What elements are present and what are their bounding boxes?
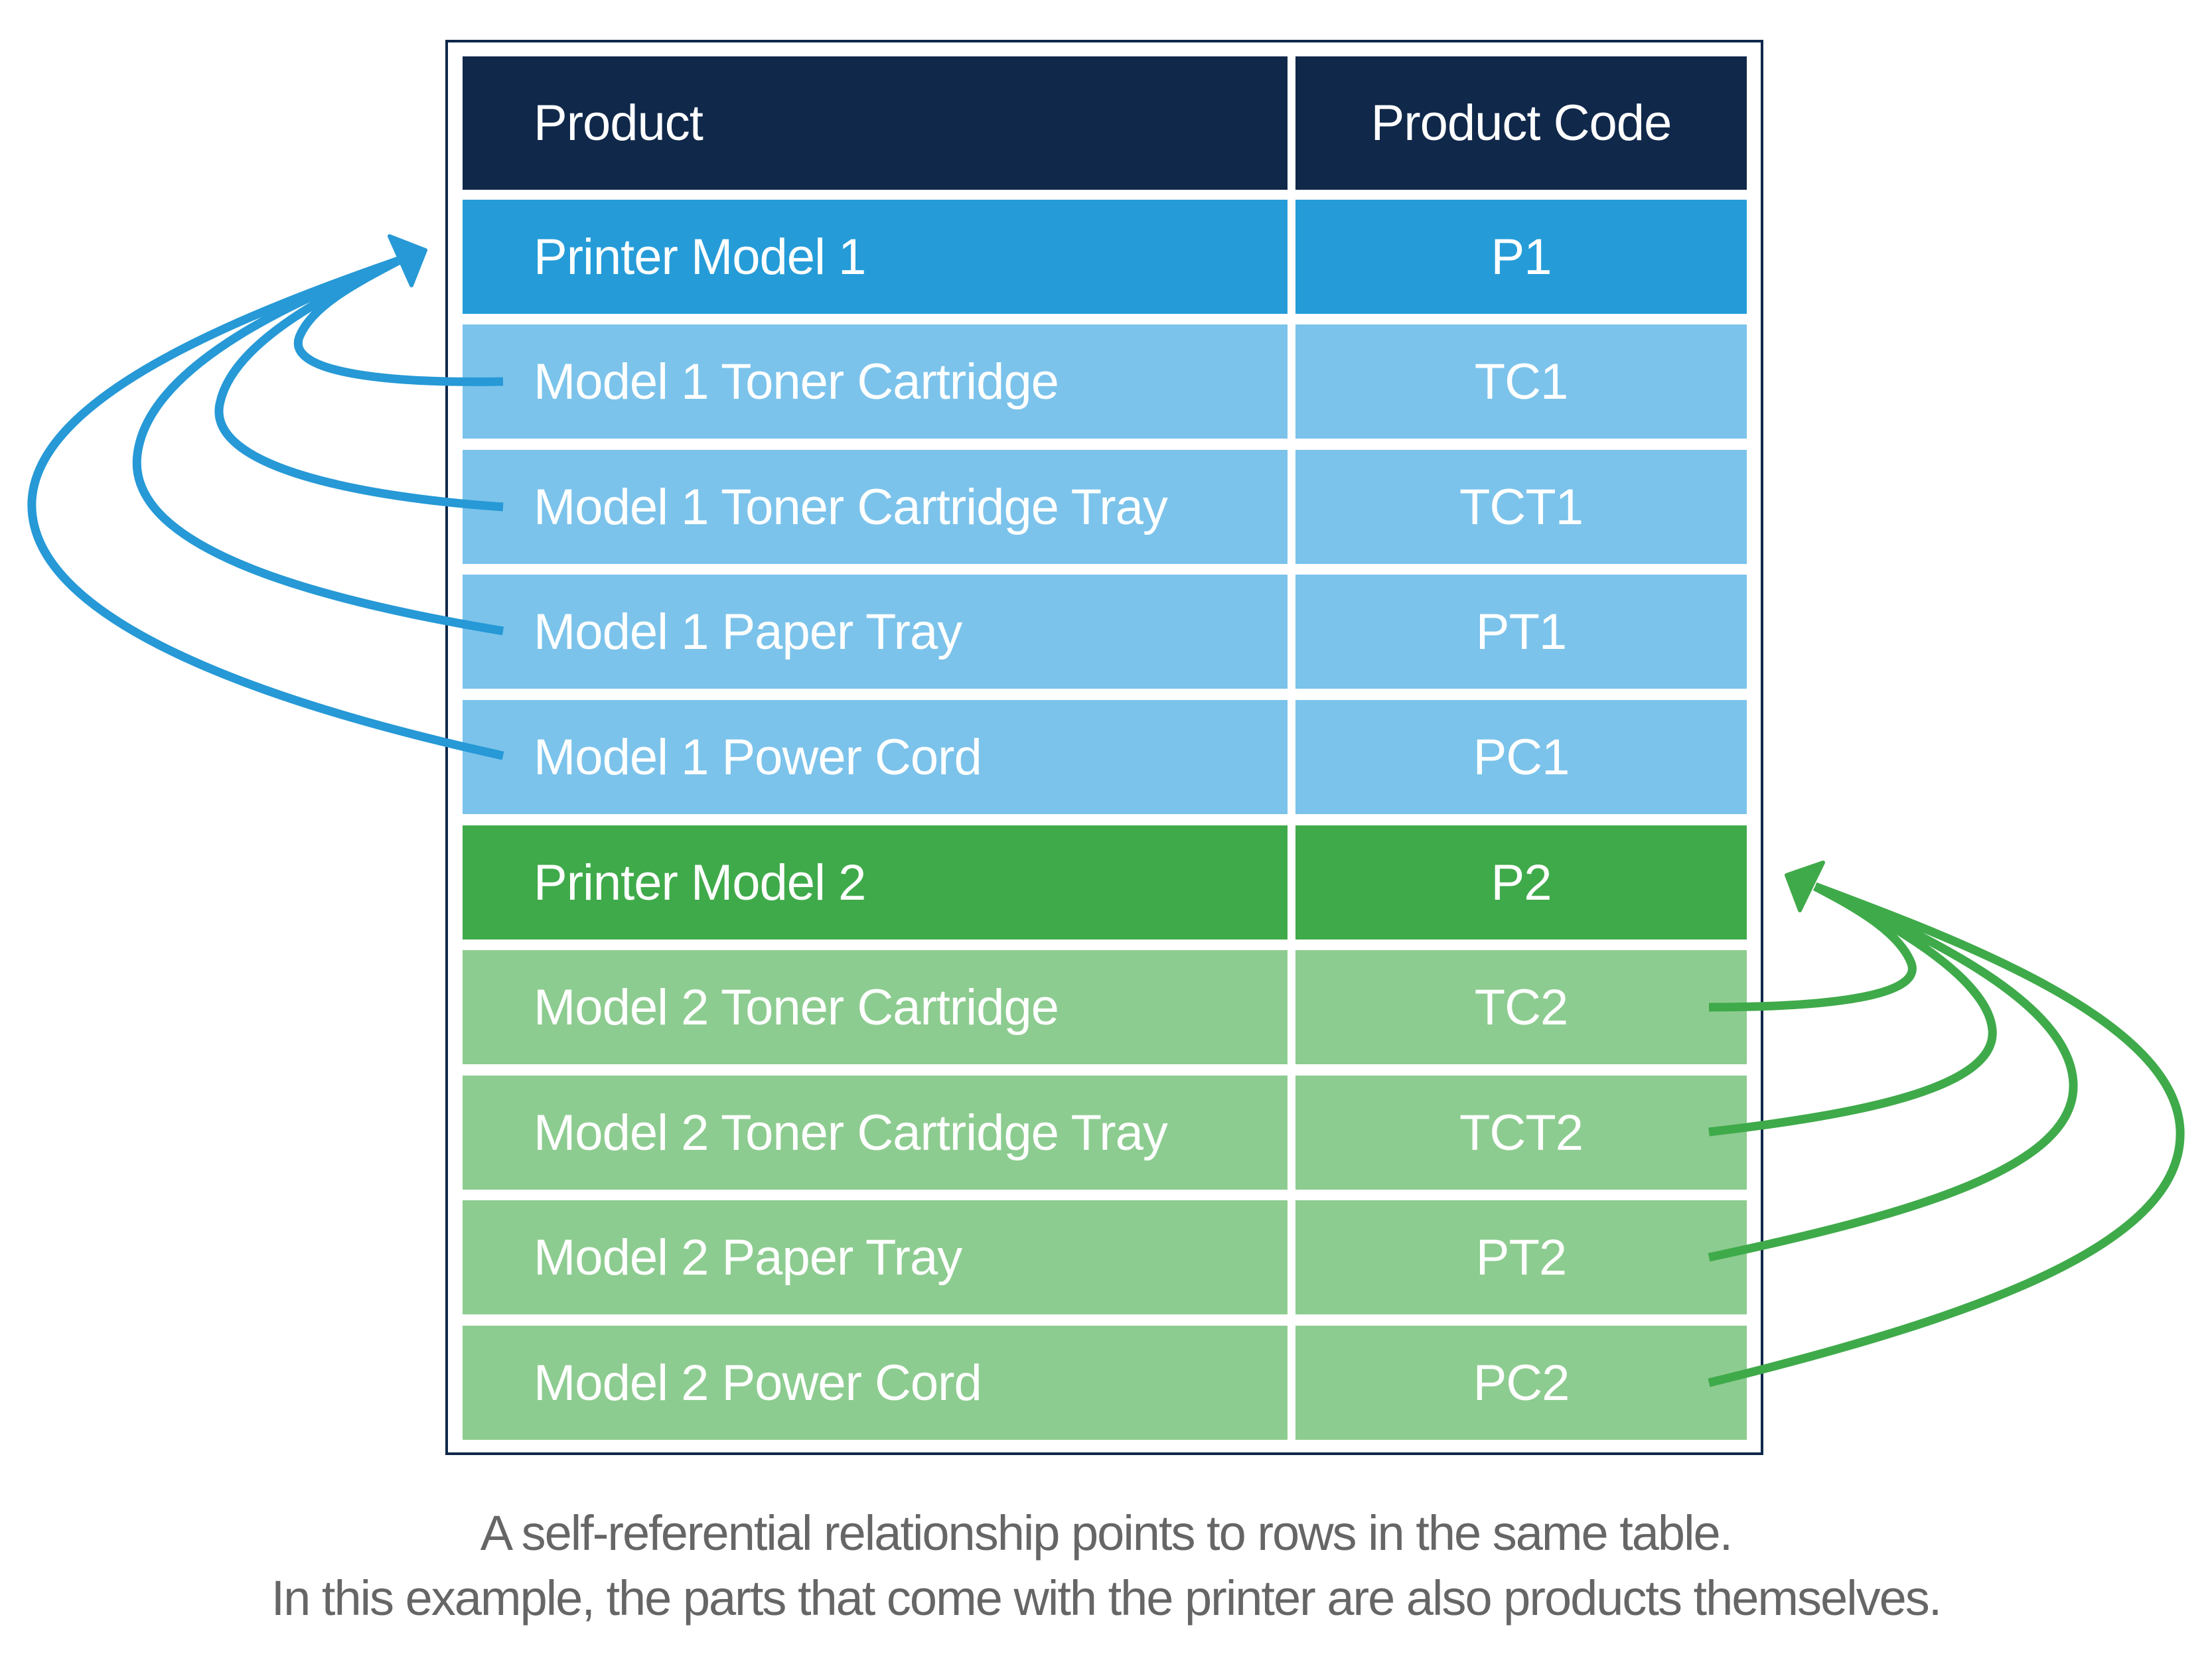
model-2-arrows [1708,861,2185,1387]
table-row-pc2: Model 2 Power Cord PC2 [463,1326,1747,1440]
product-code-cell: TC2 [1295,950,1747,1064]
caption: A self-referential relationship points t… [0,1501,2212,1631]
table-row-tc2: Model 2 Toner Cartridge TC2 [463,950,1747,1064]
product-code-cell: P1 [1295,200,1747,314]
product-cell: Model 1 Toner Cartridge Tray [463,450,1288,564]
product-cell: Model 2 Paper Tray [463,1200,1288,1314]
product-code-cell: PC1 [1295,700,1747,814]
product-code-cell: PT1 [1295,575,1747,689]
table-row-p2: Printer Model 2 P2 [463,825,1747,940]
product-code-cell: PT2 [1295,1200,1747,1314]
product-cell: Model 1 Toner Cartridge [463,324,1288,439]
caption-line-1: A self-referential relationship points t… [480,1505,1733,1561]
product-code-cell: TC1 [1295,324,1747,439]
product-cell: Model 1 Power Cord [463,700,1288,814]
product-cell: Model 2 Toner Cartridge Tray [463,1076,1288,1190]
header-product: Product [463,56,1288,190]
table-row-pt1: Model 1 Paper Tray PT1 [463,575,1747,689]
product-cell: Model 2 Power Cord [463,1326,1288,1440]
arrowhead-p2-icon [1785,861,1825,912]
table-row-tct1: Model 1 Toner Cartridge Tray TCT1 [463,450,1747,564]
header-product-code: Product Code [1295,56,1747,190]
product-code-cell: TCT1 [1295,450,1747,564]
table-row-tc1: Model 1 Toner Cartridge TC1 [463,324,1747,439]
table-row-pc1: Model 1 Power Cord PC1 [463,700,1747,814]
product-cell: Model 1 Paper Tray [463,575,1288,689]
table-header-row: Product Product Code [463,56,1747,190]
arrow-pc2-to-p2 [1708,882,2185,1387]
arrow-pc1-to-p1 [27,256,504,760]
table-row-p1: Printer Model 1 P1 [463,200,1747,314]
table-row-tct2: Model 2 Toner Cartridge Tray TCT2 [463,1076,1747,1190]
product-cell: Printer Model 1 [463,200,1288,314]
model-1-arrows [27,234,504,760]
product-cell: Printer Model 2 [463,825,1288,940]
product-code-cell: P2 [1295,825,1747,940]
product-code-cell: TCT2 [1295,1076,1747,1190]
caption-line-2: In this example, the parts that come wit… [271,1571,1943,1626]
table-row-pt2: Model 2 Paper Tray PT2 [463,1200,1747,1314]
arrow-pt2-to-p2 [1708,882,2078,1262]
arrowhead-p1-icon [388,234,427,287]
product-cell: Model 2 Toner Cartridge [463,950,1288,1064]
product-code-cell: PC2 [1295,1326,1747,1440]
